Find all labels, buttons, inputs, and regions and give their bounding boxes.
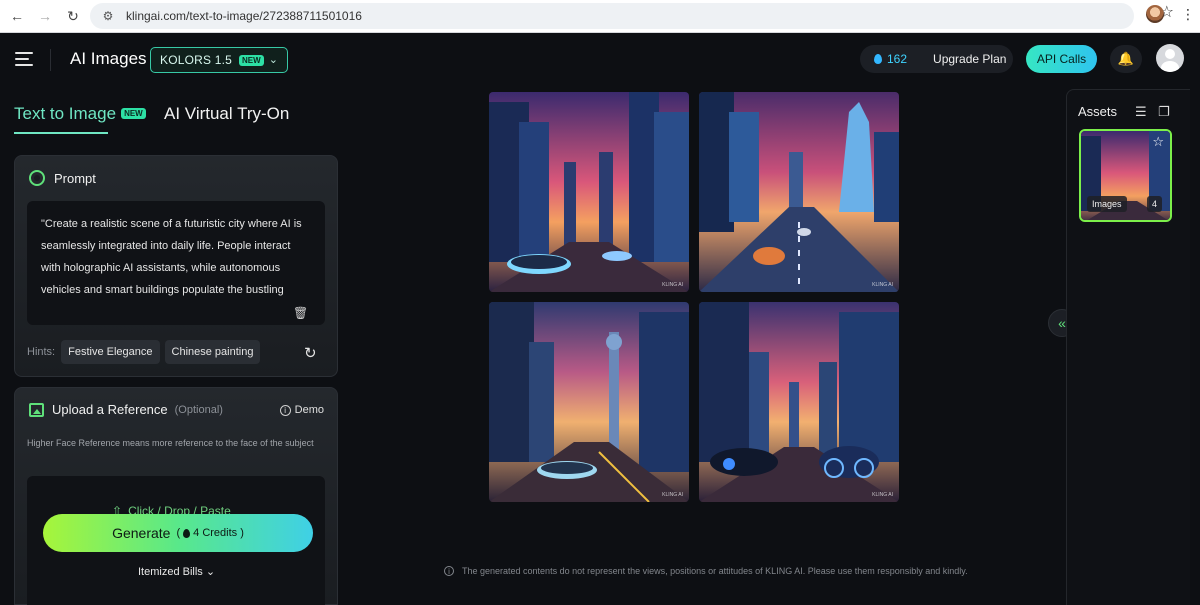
tab-text-to-image[interactable]: Text to Image NEW (14, 104, 146, 124)
city-scene-3 (489, 302, 689, 502)
watermark: KLING AI (662, 492, 683, 498)
prompt-card: Prompt "Create a realistic scene of a fu… (14, 155, 338, 377)
hints-row: Hints: Festive Elegance Chinese painting (27, 340, 265, 364)
disclaimer-text: The generated contents do not represent … (462, 566, 968, 576)
info-icon: i (279, 404, 291, 416)
info-icon: i (444, 566, 454, 576)
generated-image-1[interactable]: KLING AI (489, 92, 689, 292)
disclaimer: i The generated contents do not represen… (444, 566, 968, 576)
city-scene-4 (699, 302, 899, 502)
notification-bell-icon[interactable]: 🔔 (1110, 45, 1142, 73)
new-badge: NEW (121, 108, 146, 119)
hint-chip[interactable]: Chinese painting (164, 340, 261, 364)
address-bar[interactable]: ⚙ klingai.com/text-to-image/272388711501… (90, 3, 1134, 29)
reload-icon[interactable]: ↻ (62, 5, 84, 27)
header-divider (50, 49, 51, 71)
active-tab-indicator (14, 132, 108, 134)
demo-link[interactable]: i Demo (279, 404, 324, 416)
chevron-down-icon: ⌄ (268, 54, 278, 66)
city-scene-2 (699, 92, 899, 292)
demo-label: Demo (294, 404, 324, 416)
generated-image-4[interactable]: KLING AI (699, 302, 899, 502)
image-icon (29, 402, 44, 417)
watermark: KLING AI (872, 492, 893, 498)
asset-type-label: Images (1087, 196, 1127, 212)
generate-label: Generate (112, 525, 171, 541)
reference-header: Upload a Reference (Optional) (29, 402, 223, 417)
refresh-hints-icon[interactable]: ↻ (304, 344, 317, 362)
itemized-bills-toggle[interactable]: Itemized Bills ⌄ (138, 565, 215, 578)
browser-profile-avatar[interactable] (1146, 5, 1164, 23)
trash-icon[interactable]: 🗑 (293, 306, 308, 320)
url-text: klingai.com/text-to-image/27238871150101… (126, 9, 362, 23)
page-title: AI Images (70, 49, 147, 68)
menu-icon[interactable] (15, 52, 33, 66)
user-avatar[interactable] (1156, 44, 1184, 72)
reference-description: Higher Face Reference means more referen… (27, 438, 314, 448)
model-label: KOLORS 1.5 (160, 53, 233, 67)
gallery-icon[interactable]: ❐ (1158, 104, 1170, 120)
prompt-textarea[interactable]: "Create a realistic scene of a futuristi… (27, 201, 325, 325)
forward-icon[interactable]: → (34, 5, 56, 27)
generated-image-3[interactable]: KLING AI (489, 302, 689, 502)
generate-button[interactable]: Generate (4 Credits ) (43, 514, 313, 552)
prompt-icon (29, 170, 45, 186)
watermark: KLING AI (662, 282, 683, 288)
city-scene-1 (489, 92, 689, 292)
reference-title: Upload a Reference (52, 402, 168, 417)
assets-panel: Assets ☰ ❐ ☆ Images 4 (1066, 89, 1190, 605)
prompt-header: Prompt (29, 170, 96, 186)
asset-count: 4 (1146, 196, 1162, 212)
tab-virtual-tryon[interactable]: AI Virtual Try-On (164, 104, 289, 124)
assets-title: Assets (1078, 104, 1118, 119)
hints-label: Hints: (27, 346, 56, 358)
hint-chip[interactable]: Festive Elegance (61, 340, 160, 364)
optional-label: (Optional) (174, 403, 223, 416)
new-badge: NEW (239, 54, 264, 66)
api-calls-button[interactable]: API Calls (1026, 45, 1097, 73)
generate-credits: (4 Credits ) (176, 527, 244, 539)
back-icon[interactable]: ← (6, 5, 28, 27)
tab-text-to-image-label: Text to Image (14, 104, 117, 123)
model-selector[interactable]: KOLORS 1.5 NEW ⌄ (150, 47, 288, 73)
asset-thumbnail[interactable]: ☆ Images 4 (1079, 129, 1172, 222)
credits-upgrade-pill[interactable]: 162 Upgrade Plan (860, 45, 1013, 73)
credit-drop-icon (874, 54, 882, 64)
browser-toolbar: ← → ↻ ⚙ klingai.com/text-to-image/272388… (0, 0, 1200, 33)
generated-image-2[interactable]: KLING AI (699, 92, 899, 292)
credit-count: 162 (887, 52, 908, 66)
layers-icon[interactable]: ☰ (1135, 104, 1147, 120)
prompt-title: Prompt (54, 170, 96, 186)
site-settings-icon[interactable]: ⚙ (98, 9, 118, 23)
browser-menu-icon[interactable]: ⋮ (1181, 6, 1195, 23)
upgrade-plan-link[interactable]: Upgrade Plan (933, 52, 1006, 66)
prompt-text: "Create a realistic scene of a futuristi… (41, 218, 302, 296)
app-header: AI Images KOLORS 1.5 NEW ⌄ 162 Upgrade P… (0, 33, 1200, 85)
watermark: KLING AI (872, 282, 893, 288)
credit-drop-icon (183, 528, 191, 538)
favorite-star-icon[interactable]: ☆ (1152, 134, 1164, 150)
